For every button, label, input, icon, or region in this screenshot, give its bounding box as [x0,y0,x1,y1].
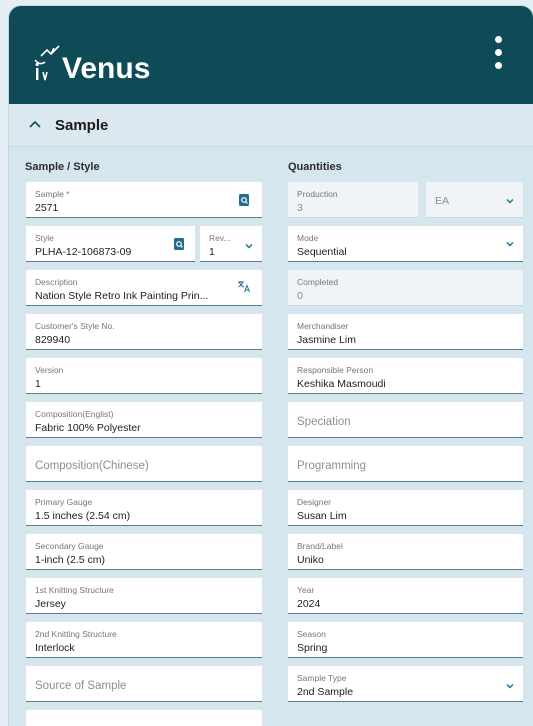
season-field[interactable]: Season Spring [288,622,523,658]
source-of-sample-field[interactable]: Source of Sample [26,666,262,702]
group-label-sample-style: Sample / Style [25,161,100,173]
brand-logo: Venus [31,42,150,84]
lookup-search-icon[interactable] [237,193,251,207]
next-field-partial[interactable] [26,710,262,726]
year-field[interactable]: Year 2024 [288,578,523,614]
merchandiser-field[interactable]: Merchandiser Jasmine Lim [288,314,523,350]
production-field: Production 3 [288,182,418,218]
composition-english-field[interactable]: Composition(Englist) Fabric 100% Polyest… [26,402,262,438]
chevron-down-icon[interactable] [243,240,255,252]
section-title: Sample [55,116,109,134]
second-knitting-structure-field[interactable]: 2nd Knitting Structure Interlock [26,622,262,658]
section-header[interactable]: Sample [9,104,533,147]
revision-select[interactable]: Rev... 1 [200,226,262,262]
designer-field[interactable]: Designer Susan Lim [288,490,523,526]
chevron-up-icon[interactable] [25,115,45,135]
description-field[interactable]: Description Nation Style Retro Ink Paint… [26,270,262,306]
brand-label-field[interactable]: Brand/Label Uniko [288,534,523,570]
mode-select[interactable]: Mode Sequential [288,226,523,262]
kebab-menu-icon[interactable] [489,36,507,80]
chevron-down-icon[interactable] [504,680,516,692]
version-field[interactable]: Version 1 [26,358,262,394]
venus-logo-icon [34,45,60,81]
secondary-gauge-field[interactable]: Secondary Gauge 1-inch (2.5 cm) [26,534,262,570]
primary-gauge-field[interactable]: Primary Gauge 1.5 inches (2.54 cm) [26,490,262,526]
chevron-down-icon[interactable] [504,238,516,250]
app-header: Venus [9,6,533,104]
composition-chinese-field[interactable]: Composition(Chinese) [26,446,262,482]
programming-field[interactable]: Programming [288,446,523,482]
sample-field[interactable]: Sample * 2571 [26,182,262,218]
group-label-quantities: Quantities [288,161,342,173]
unit-select[interactable]: EA [426,182,523,218]
completed-field: Completed 0 [288,270,523,306]
sample-type-select[interactable]: Sample Type 2nd Sample [288,666,523,702]
responsible-person-field[interactable]: Responsible Person Keshika Masmoudi [288,358,523,394]
speciation-field[interactable]: Speciation [288,402,523,438]
chevron-down-icon[interactable] [504,195,516,207]
app-window: Venus Sample Sample / Style Quantities S… [9,6,533,726]
brand-name: Venus [62,52,151,85]
customer-style-field[interactable]: Customer's Style No. 829940 [26,314,262,350]
style-field[interactable]: Style PLHA-12-106873-09 [26,226,195,262]
translate-icon[interactable] [237,279,251,293]
lookup-search-icon[interactable] [172,237,186,251]
first-knitting-structure-field[interactable]: 1st Knitting Structure Jersey [26,578,262,614]
